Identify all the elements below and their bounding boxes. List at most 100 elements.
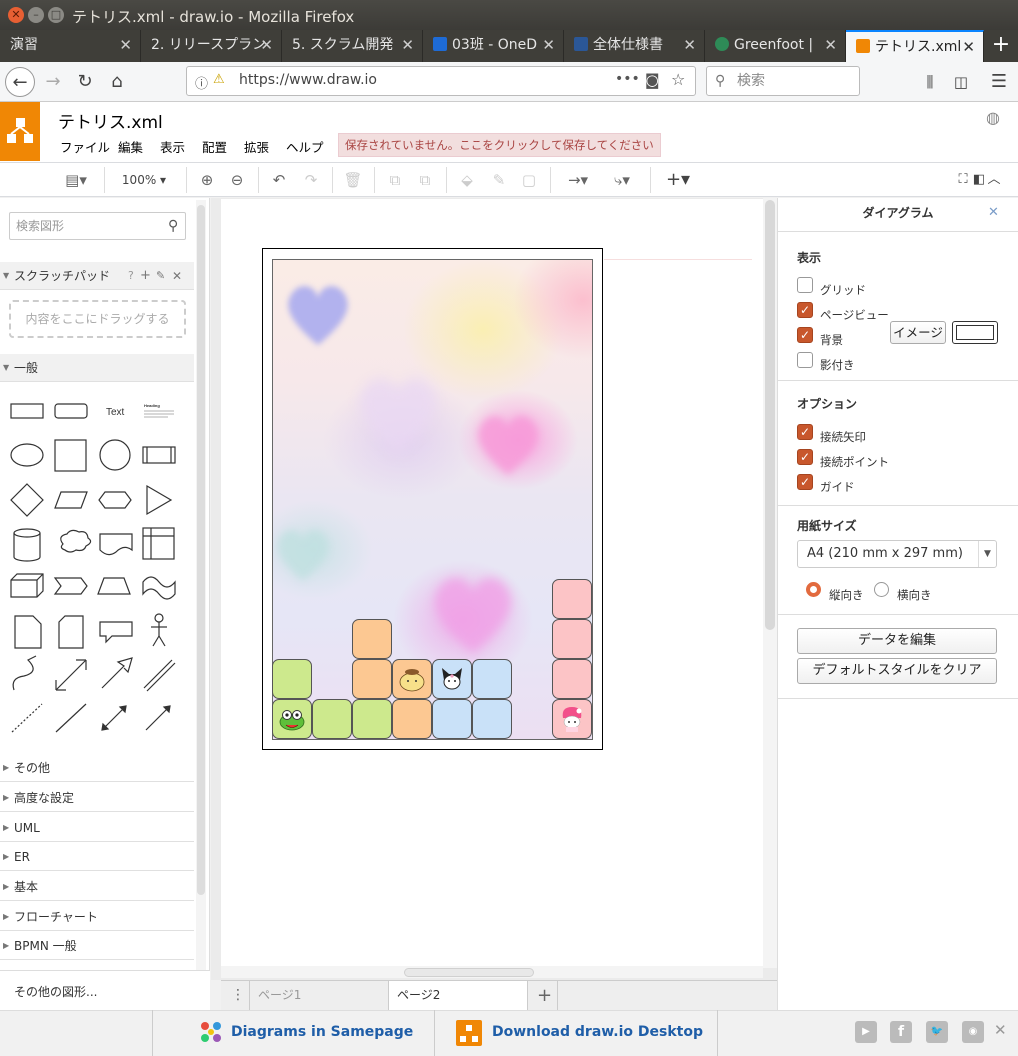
portrait-radio[interactable] <box>806 582 821 597</box>
twitter-icon[interactable]: 🐦 <box>926 1021 948 1043</box>
browser-tab[interactable]: 全体仕様書 ✕ <box>564 30 705 62</box>
facebook-icon[interactable]: f <box>890 1021 912 1043</box>
tape-shape[interactable] <box>142 576 176 600</box>
diamond-shape[interactable] <box>10 483 44 517</box>
cube-shape[interactable] <box>10 573 44 598</box>
sidebar-item-other[interactable]: ▶ その他 <box>0 754 194 782</box>
page-tab-1[interactable]: ページ1 <box>250 981 389 1010</box>
tetris-block-green[interactable] <box>312 699 352 739</box>
browser-tab[interactable]: 5. スクラム開発 ✕ <box>282 30 423 62</box>
tetris-block-green[interactable] <box>272 659 312 699</box>
youtube-icon[interactable]: ▶ <box>855 1021 877 1043</box>
add-page-button[interactable]: + <box>528 981 558 1010</box>
tab-close-icon[interactable]: ✕ <box>119 30 132 60</box>
document-shape[interactable] <box>99 533 133 556</box>
tab-close-icon[interactable]: ✕ <box>683 30 696 60</box>
rounded-rectangle-shape[interactable] <box>54 403 88 419</box>
paper-size-select[interactable]: A4 (210 mm x 297 mm) ▼ <box>797 540 997 568</box>
edit-data-button[interactable]: データを編集 <box>797 628 997 654</box>
pageview-checkbox[interactable]: ✓ <box>797 302 813 318</box>
search-input[interactable]: ⚲ 検索 <box>706 66 860 96</box>
general-section-header[interactable]: ▼ 一般 <box>0 354 194 382</box>
collapse-chevron-icon[interactable]: ︿ <box>987 169 1001 191</box>
scratchpad-add-icon[interactable]: + <box>140 262 151 290</box>
url-text[interactable]: https://www.draw.io <box>239 72 377 88</box>
connection-arrow-icon[interactable]: →▾ <box>560 169 596 191</box>
zoom-in-icon[interactable]: ⊕ <box>196 169 218 191</box>
tetris-block-pink[interactable] <box>552 699 592 739</box>
sidebar-item-flowchart[interactable]: ▶ フローチャート <box>0 903 194 931</box>
file-title[interactable]: テトリス.xml <box>58 108 163 133</box>
square-shape[interactable] <box>54 439 87 472</box>
canvas-vertical-scroll-thumb[interactable] <box>765 200 775 630</box>
delete-icon[interactable]: 🗑 <box>342 169 364 191</box>
tetris-block-blue[interactable] <box>432 699 472 739</box>
zoom-out-icon[interactable]: ⊖ <box>226 169 248 191</box>
waypoints-icon[interactable]: ⤷▾ <box>604 169 640 191</box>
tetris-block-pink[interactable] <box>552 579 592 619</box>
directional-connector-shape[interactable] <box>145 705 171 731</box>
download-desktop-link[interactable]: Download draw.io Desktop <box>492 1024 703 1040</box>
format-panel-icon[interactable]: ◧ <box>972 169 986 191</box>
line-shape[interactable] <box>55 703 87 733</box>
cylinder-shape[interactable] <box>13 528 41 562</box>
drawio-logo[interactable] <box>0 102 40 161</box>
text-shape[interactable]: Text <box>106 407 125 418</box>
scratchpad-close-icon[interactable]: ✕ <box>172 262 182 290</box>
trapezoid-shape[interactable] <box>97 577 131 595</box>
window-maximize-button[interactable]: □ <box>48 7 64 23</box>
close-panel-icon[interactable]: ✕ <box>988 198 999 228</box>
tab-close-icon[interactable]: ✕ <box>401 30 414 60</box>
sidebar-item-uml[interactable]: ▶ UML <box>0 814 194 842</box>
hexagon-shape[interactable] <box>98 491 132 509</box>
fill-color-icon[interactable]: ⬙ <box>456 169 478 191</box>
background-checkbox[interactable]: ✓ <box>797 327 813 343</box>
background-image-button[interactable]: イメージ <box>890 321 946 344</box>
internal-storage-shape[interactable] <box>142 527 175 560</box>
tab-close-icon[interactable]: ✕ <box>824 30 837 60</box>
search-icon[interactable]: ⚲ <box>168 213 178 239</box>
connection-arrows-checkbox[interactable]: ✓ <box>797 424 813 440</box>
browser-tab[interactable]: Greenfoot | ✕ <box>705 30 846 62</box>
line-color-icon[interactable]: ✎ <box>488 169 510 191</box>
library-icon[interactable]: ⫼ <box>915 67 945 97</box>
tab-close-icon[interactable]: ✕ <box>542 30 555 60</box>
tetris-block-blue[interactable] <box>472 659 512 699</box>
info-icon[interactable]: ⓘ <box>195 73 208 92</box>
undo-icon[interactable]: ↶ <box>268 169 290 191</box>
language-globe-icon[interactable]: ◍ <box>986 108 1000 127</box>
circle-shape[interactable] <box>99 439 131 471</box>
shape-search-input[interactable]: 検索図形 ⚲ <box>9 212 186 240</box>
zoom-select[interactable]: 100% ▾ <box>112 169 176 191</box>
pocket-icon[interactable]: ◙ <box>645 71 660 89</box>
back-button[interactable]: ← <box>5 67 35 97</box>
tetris-block-pink[interactable] <box>552 619 592 659</box>
scratchpad-edit-icon[interactable]: ✎ <box>156 262 165 290</box>
to-back-icon[interactable]: ⧉ <box>414 169 436 191</box>
tetris-block-pink[interactable] <box>552 659 592 699</box>
menu-extras[interactable]: 拡張 <box>244 137 269 156</box>
tetris-block-green[interactable] <box>352 699 392 739</box>
scratchpad-header[interactable]: ▼ スクラッチパッド ? + ✎ ✕ <box>0 262 194 290</box>
sidebar-icon[interactable]: ◫ <box>946 67 976 97</box>
shadow-checkbox[interactable] <box>797 352 813 368</box>
browser-tab[interactable]: 03班 - OneD ✕ <box>423 30 564 62</box>
tetris-block-orange[interactable] <box>392 659 432 699</box>
tab-close-icon[interactable]: ✕ <box>260 30 273 60</box>
parallelogram-shape[interactable] <box>54 491 88 509</box>
triangle-shape[interactable] <box>146 484 173 516</box>
view-layout-icon[interactable]: ▤▾ <box>58 169 94 191</box>
browser-tab-active[interactable]: テトリス.xml ✕ <box>846 30 984 62</box>
sidebar-item-advanced[interactable]: ▶ 高度な設定 <box>0 784 194 812</box>
insert-plus-icon[interactable]: +▾ <box>660 169 696 191</box>
sidebar-item-basic[interactable]: ▶ 基本 <box>0 873 194 901</box>
shadow-icon[interactable]: ▢ <box>518 169 540 191</box>
ellipse-shape[interactable] <box>10 443 44 467</box>
tetris-block-orange[interactable] <box>392 699 432 739</box>
actor-shape[interactable] <box>151 613 167 647</box>
clear-default-style-button[interactable]: デフォルトスタイルをクリア <box>797 658 997 684</box>
window-minimize-button[interactable]: – <box>28 7 44 23</box>
more-shapes-link[interactable]: その他の図形... <box>14 983 97 1000</box>
menu-hamburger-icon[interactable]: ☰ <box>984 67 1014 97</box>
connection-points-checkbox[interactable]: ✓ <box>797 449 813 465</box>
